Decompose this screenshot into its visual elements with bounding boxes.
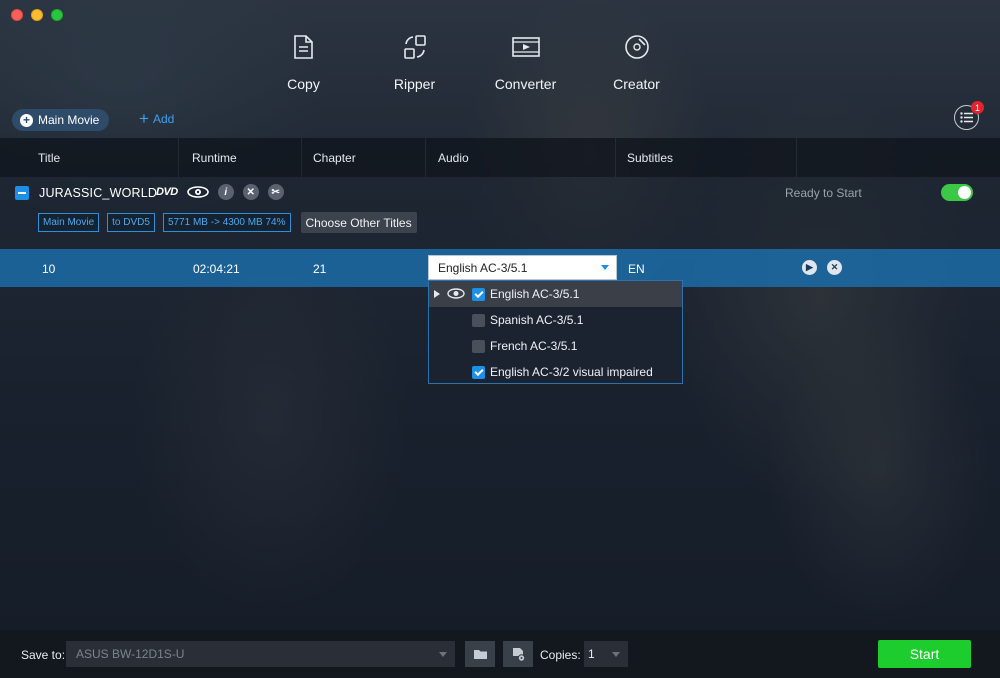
- list-icon: [960, 112, 973, 123]
- info-icon[interactable]: i: [217, 184, 234, 200]
- start-button[interactable]: Start: [878, 640, 971, 668]
- audio-option[interactable]: English AC-3/5.1: [429, 281, 682, 307]
- add-label: Add: [152, 112, 175, 126]
- tag-output-format[interactable]: to DVD5: [107, 213, 155, 232]
- main-movie-button[interactable]: + Main Movie: [12, 109, 109, 131]
- audio-selected-value: English AC-3/5.1: [438, 260, 528, 275]
- chevron-down-icon: [612, 652, 620, 657]
- iso-settings-button[interactable]: [503, 641, 533, 667]
- maximize-window-button[interactable]: [51, 9, 63, 21]
- cell-chapter: 21: [313, 262, 327, 276]
- cell-runtime: 02:04:21: [193, 262, 240, 276]
- collapse-toggle[interactable]: [15, 186, 29, 200]
- close-window-button[interactable]: [11, 9, 23, 21]
- column-header-runtime[interactable]: Runtime: [192, 151, 237, 165]
- option-label: French AC-3/5.1: [490, 339, 578, 353]
- cell-subtitles[interactable]: EN: [628, 262, 645, 276]
- tool-copy[interactable]: Copy: [248, 30, 359, 92]
- option-checkbox[interactable]: [472, 313, 485, 327]
- minimize-window-button[interactable]: [31, 9, 43, 21]
- main-movie-label: Main Movie: [38, 113, 100, 127]
- option-checkbox[interactable]: [472, 365, 485, 379]
- cell-title: 10: [42, 262, 56, 276]
- save-to-value: ASUS BW-12D1S-U: [76, 647, 185, 661]
- add-button[interactable]: + Add: [139, 109, 175, 128]
- tool-converter[interactable]: Converter: [470, 30, 581, 92]
- tool-ripper[interactable]: Ripper: [359, 30, 470, 92]
- tool-label: Converter: [494, 76, 557, 92]
- tool-label: Copy: [287, 76, 320, 92]
- preview-eye-icon[interactable]: [447, 288, 465, 299]
- status-text: Ready to Start: [785, 186, 862, 200]
- column-header-chapter[interactable]: Chapter: [313, 151, 356, 165]
- dvd-logo-icon: DVD: [156, 186, 178, 198]
- title-tags: Main Movie to DVD5 5771 MB -> 4300 MB 74…: [38, 212, 417, 233]
- option-label: English AC-3/5.1: [490, 287, 580, 301]
- expand-arrow-icon[interactable]: [434, 290, 440, 298]
- option-label: Spanish AC-3/5.1: [490, 313, 584, 327]
- column-header-title[interactable]: Title: [38, 151, 60, 165]
- close-icon[interactable]: ✕: [827, 260, 842, 275]
- option-checkbox[interactable]: [472, 339, 485, 353]
- browse-folder-button[interactable]: [465, 641, 495, 667]
- save-to-select[interactable]: ASUS BW-12D1S-U: [66, 641, 455, 667]
- chevron-down-icon: [594, 256, 616, 279]
- enable-toggle[interactable]: [941, 184, 973, 201]
- copies-label: Copies:: [540, 648, 581, 662]
- audio-options-list: English AC-3/5.1 Spanish AC-3/5.1 French…: [428, 280, 683, 384]
- audio-option[interactable]: English AC-3/2 visual impaired: [429, 359, 682, 385]
- title-actions: DVD i ✕ ✂: [156, 184, 284, 200]
- row-actions: ▶ ✕: [802, 260, 842, 275]
- tool-label: Creator: [613, 76, 660, 92]
- option-label: English AC-3/2 visual impaired: [490, 365, 653, 379]
- tag-size-compression[interactable]: 5771 MB -> 4300 MB 74%: [162, 213, 291, 232]
- audio-option[interactable]: Spanish AC-3/5.1: [429, 307, 682, 333]
- folder-icon: [473, 650, 487, 659]
- copies-select[interactable]: 1: [584, 641, 628, 667]
- option-checkbox[interactable]: [472, 287, 485, 301]
- play-icon[interactable]: ▶: [802, 260, 817, 275]
- save-to-label: Save to:: [21, 648, 66, 662]
- tool-label: Ripper: [393, 76, 436, 92]
- mode-toolbar: Copy Ripper Converter Creator: [248, 30, 692, 92]
- column-header-subtitles[interactable]: Subtitles: [627, 151, 673, 165]
- ripper-icon: [398, 30, 432, 64]
- copies-value: 1: [588, 647, 595, 661]
- preview-eye-icon[interactable]: [186, 186, 209, 198]
- tag-main-movie[interactable]: Main Movie: [38, 213, 100, 232]
- film-play-icon: [509, 30, 543, 64]
- table-header: Title Runtime Chapter Audio Subtitles: [0, 138, 1000, 177]
- audio-dropdown[interactable]: English AC-3/5.1: [428, 255, 617, 280]
- bottom-bar: Save to: ASUS BW-12D1S-U Copies: 1 Start: [0, 630, 1000, 678]
- disc-settings-icon: [512, 647, 525, 662]
- scissors-icon[interactable]: ✂: [267, 184, 284, 200]
- task-queue-button[interactable]: 1: [954, 101, 984, 130]
- copy-doc-icon: [287, 30, 321, 64]
- chevron-down-icon: [439, 652, 447, 657]
- audio-option[interactable]: French AC-3/5.1: [429, 333, 682, 359]
- column-header-audio[interactable]: Audio: [438, 151, 469, 165]
- disc-icon: [620, 30, 654, 64]
- tool-creator[interactable]: Creator: [581, 30, 692, 92]
- plus-icon: +: [139, 109, 149, 128]
- window-controls: [11, 9, 63, 21]
- queue-count-badge: 1: [971, 101, 984, 114]
- plus-circle-icon: +: [20, 113, 33, 127]
- movie-title: JURASSIC_WORLD: [39, 186, 158, 200]
- choose-other-titles-button[interactable]: Choose Other Titles: [300, 212, 417, 233]
- remove-icon[interactable]: ✕: [242, 184, 259, 200]
